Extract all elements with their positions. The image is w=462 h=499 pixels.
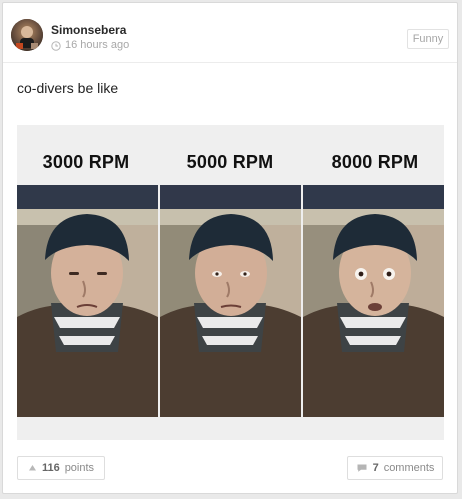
avatar-image	[11, 19, 43, 51]
points-label: points	[64, 462, 95, 474]
post-time-text: 16 hours ago	[65, 39, 130, 51]
author-name[interactable]: Simonsebera	[51, 23, 126, 37]
comments-button[interactable]: 7 comments	[347, 456, 443, 480]
post-caption: co-divers be like	[17, 80, 119, 96]
meme-photo-1	[17, 185, 158, 417]
points-count: 116	[41, 462, 60, 474]
post-time: 16 hours ago	[51, 39, 129, 52]
comments-count: 7	[372, 462, 379, 474]
upvote-arrow-icon	[28, 465, 36, 471]
author-avatar[interactable]	[11, 19, 43, 51]
category-tag[interactable]: Funny	[407, 29, 449, 49]
meme-photo-2	[160, 185, 301, 417]
meme-label-8000: 8000 RPM	[331, 152, 419, 172]
meme-label-5000: 5000 RPM	[186, 152, 274, 172]
meme-image[interactable]: 3000 RPM 5000 RPM 8000 RPM	[17, 125, 444, 440]
clock-icon	[51, 40, 61, 51]
post-header: Simonsebera 16 hours ago Funny	[3, 3, 457, 63]
upvote-button[interactable]: 116 points	[17, 456, 105, 480]
meme-photo-3	[303, 185, 444, 417]
meme-photo-strip	[17, 185, 444, 417]
post-card: Simonsebera 16 hours ago Funny co-divers…	[2, 2, 458, 494]
meme-label-3000: 3000 RPM	[42, 152, 130, 172]
comment-bubble-icon	[357, 464, 367, 472]
comments-label: comments	[383, 462, 435, 474]
